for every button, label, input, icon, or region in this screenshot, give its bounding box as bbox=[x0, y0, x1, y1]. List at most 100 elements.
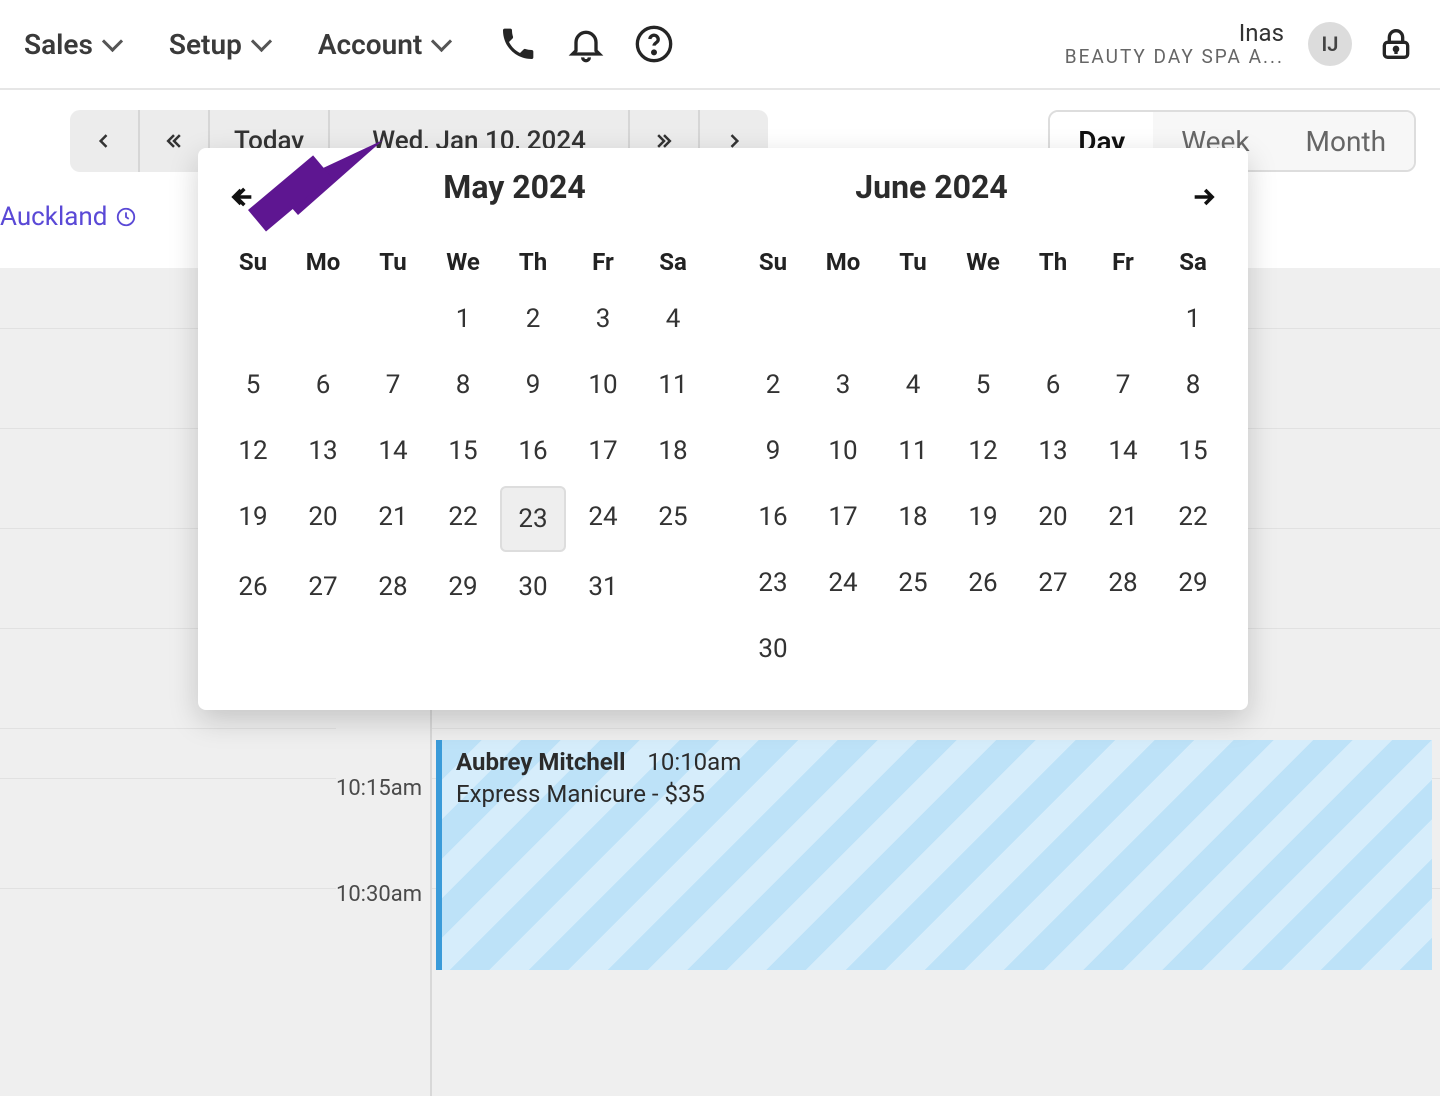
appointment-service: Express Manicure - $35 bbox=[456, 780, 1418, 808]
day-cell[interactable]: 10 bbox=[570, 354, 636, 416]
day-cell[interactable]: 22 bbox=[430, 486, 496, 552]
day-cell[interactable]: 2 bbox=[500, 288, 566, 350]
day-cell[interactable]: 5 bbox=[950, 354, 1016, 416]
day-cell[interactable]: 1 bbox=[1160, 288, 1226, 350]
week-row: 12131415161718 bbox=[218, 418, 708, 484]
day-cell[interactable]: 3 bbox=[810, 354, 876, 416]
day-cell[interactable]: 24 bbox=[570, 486, 636, 552]
day-cell[interactable]: 8 bbox=[430, 354, 496, 416]
day-cell[interactable]: 30 bbox=[740, 618, 806, 680]
day-cell[interactable]: 19 bbox=[220, 486, 286, 552]
day-cell[interactable]: 9 bbox=[740, 420, 806, 482]
day-cell[interactable]: 2 bbox=[740, 354, 806, 416]
day-cell[interactable]: 1 bbox=[430, 288, 496, 350]
dow-row: SuMoTuWeThFrSa bbox=[738, 238, 1228, 286]
day-cell[interactable]: 4 bbox=[880, 354, 946, 416]
day-cell[interactable]: 24 bbox=[810, 552, 876, 614]
day-cell[interactable]: 18 bbox=[640, 420, 706, 482]
day-cell[interactable]: 5 bbox=[220, 354, 286, 416]
dow-cell: Su bbox=[218, 238, 288, 286]
nav-setup[interactable]: Setup bbox=[169, 28, 270, 61]
day-cell[interactable]: 29 bbox=[1160, 552, 1226, 614]
day-cell[interactable]: 21 bbox=[1090, 486, 1156, 548]
day-cell[interactable]: 7 bbox=[1090, 354, 1156, 416]
appointment-header: Aubrey Mitchell 10:10am bbox=[456, 748, 1418, 776]
day-cell[interactable]: 10 bbox=[810, 420, 876, 482]
day-cell[interactable]: 26 bbox=[220, 556, 286, 618]
day-cell[interactable]: 29 bbox=[430, 556, 496, 618]
lock-icon[interactable] bbox=[1376, 24, 1416, 64]
day-cell[interactable]: 11 bbox=[640, 354, 706, 416]
day-cell-empty bbox=[880, 288, 946, 350]
day-cell[interactable]: 6 bbox=[1020, 354, 1086, 416]
day-cell[interactable]: 25 bbox=[880, 552, 946, 614]
day-cell[interactable]: 17 bbox=[570, 420, 636, 482]
day-cell[interactable]: 15 bbox=[1160, 420, 1226, 482]
day-cell[interactable]: 12 bbox=[220, 420, 286, 482]
day-cell[interactable]: 23 bbox=[500, 486, 566, 552]
week-row: 30 bbox=[738, 616, 1228, 682]
day-cell[interactable]: 28 bbox=[1090, 552, 1156, 614]
day-cell[interactable]: 28 bbox=[360, 556, 426, 618]
month-title-0: May 2024 bbox=[306, 168, 723, 206]
week-row: 1234 bbox=[218, 286, 708, 352]
appointment-time: 10:10am bbox=[647, 748, 741, 776]
day-cell[interactable]: 13 bbox=[1020, 420, 1086, 482]
day-cell[interactable]: 20 bbox=[1020, 486, 1086, 548]
dow-cell: Mo bbox=[288, 238, 358, 286]
day-cell[interactable]: 17 bbox=[810, 486, 876, 548]
week-row: 567891011 bbox=[218, 352, 708, 418]
day-cell[interactable]: 18 bbox=[880, 486, 946, 548]
week-row: 19202122232425 bbox=[218, 484, 708, 554]
day-cell[interactable]: 14 bbox=[360, 420, 426, 482]
avatar[interactable]: IJ bbox=[1308, 22, 1352, 66]
nav-account[interactable]: Account bbox=[318, 28, 450, 61]
day-cell[interactable]: 22 bbox=[1160, 486, 1226, 548]
nav-account-label: Account bbox=[318, 28, 422, 61]
day-cell[interactable]: 8 bbox=[1160, 354, 1226, 416]
day-cell[interactable]: 7 bbox=[360, 354, 426, 416]
picker-next-button[interactable] bbox=[1180, 177, 1228, 221]
day-cell[interactable]: 25 bbox=[640, 486, 706, 552]
business-name: BEAUTY DAY SPA A... bbox=[1065, 47, 1284, 68]
day-cell[interactable]: 13 bbox=[290, 420, 356, 482]
day-cell[interactable]: 6 bbox=[290, 354, 356, 416]
picker-prev-button[interactable] bbox=[218, 177, 266, 221]
nav-sales-label: Sales bbox=[24, 28, 93, 61]
day-cell[interactable]: 11 bbox=[880, 420, 946, 482]
view-month-button[interactable]: Month bbox=[1278, 112, 1414, 170]
user-name: Inas bbox=[1065, 20, 1284, 46]
day-cell[interactable]: 3 bbox=[570, 288, 636, 350]
phone-icon[interactable] bbox=[498, 24, 538, 64]
clock-icon bbox=[115, 206, 137, 228]
nav-sales[interactable]: Sales bbox=[24, 28, 121, 61]
help-icon[interactable] bbox=[634, 24, 674, 64]
account-area[interactable]: Inas BEAUTY DAY SPA A... IJ bbox=[1065, 20, 1416, 67]
chevron-down-icon bbox=[254, 39, 270, 49]
day-cell[interactable]: 16 bbox=[500, 420, 566, 482]
day-cell[interactable]: 23 bbox=[740, 552, 806, 614]
prev-day-button[interactable] bbox=[70, 110, 140, 172]
day-cell-empty bbox=[1020, 618, 1086, 680]
day-cell[interactable]: 30 bbox=[500, 556, 566, 618]
timezone-label[interactable]: Auckland bbox=[0, 202, 137, 232]
bell-icon[interactable] bbox=[566, 24, 606, 64]
day-cell[interactable]: 20 bbox=[290, 486, 356, 552]
day-cell[interactable]: 19 bbox=[950, 486, 1016, 548]
day-cell[interactable]: 27 bbox=[1020, 552, 1086, 614]
day-cell-empty bbox=[220, 288, 286, 350]
day-cell-empty bbox=[290, 288, 356, 350]
day-cell[interactable]: 27 bbox=[290, 556, 356, 618]
day-cell[interactable]: 31 bbox=[570, 556, 636, 618]
appointment-card[interactable]: Aubrey Mitchell 10:10am Express Manicure… bbox=[436, 740, 1432, 970]
day-cell[interactable]: 4 bbox=[640, 288, 706, 350]
day-cell[interactable]: 15 bbox=[430, 420, 496, 482]
day-cell[interactable]: 16 bbox=[740, 486, 806, 548]
day-cell[interactable]: 26 bbox=[950, 552, 1016, 614]
day-cell-empty bbox=[950, 618, 1016, 680]
day-cell[interactable]: 12 bbox=[950, 420, 1016, 482]
chevron-down-icon bbox=[434, 39, 450, 49]
day-cell[interactable]: 14 bbox=[1090, 420, 1156, 482]
day-cell[interactable]: 21 bbox=[360, 486, 426, 552]
day-cell[interactable]: 9 bbox=[500, 354, 566, 416]
